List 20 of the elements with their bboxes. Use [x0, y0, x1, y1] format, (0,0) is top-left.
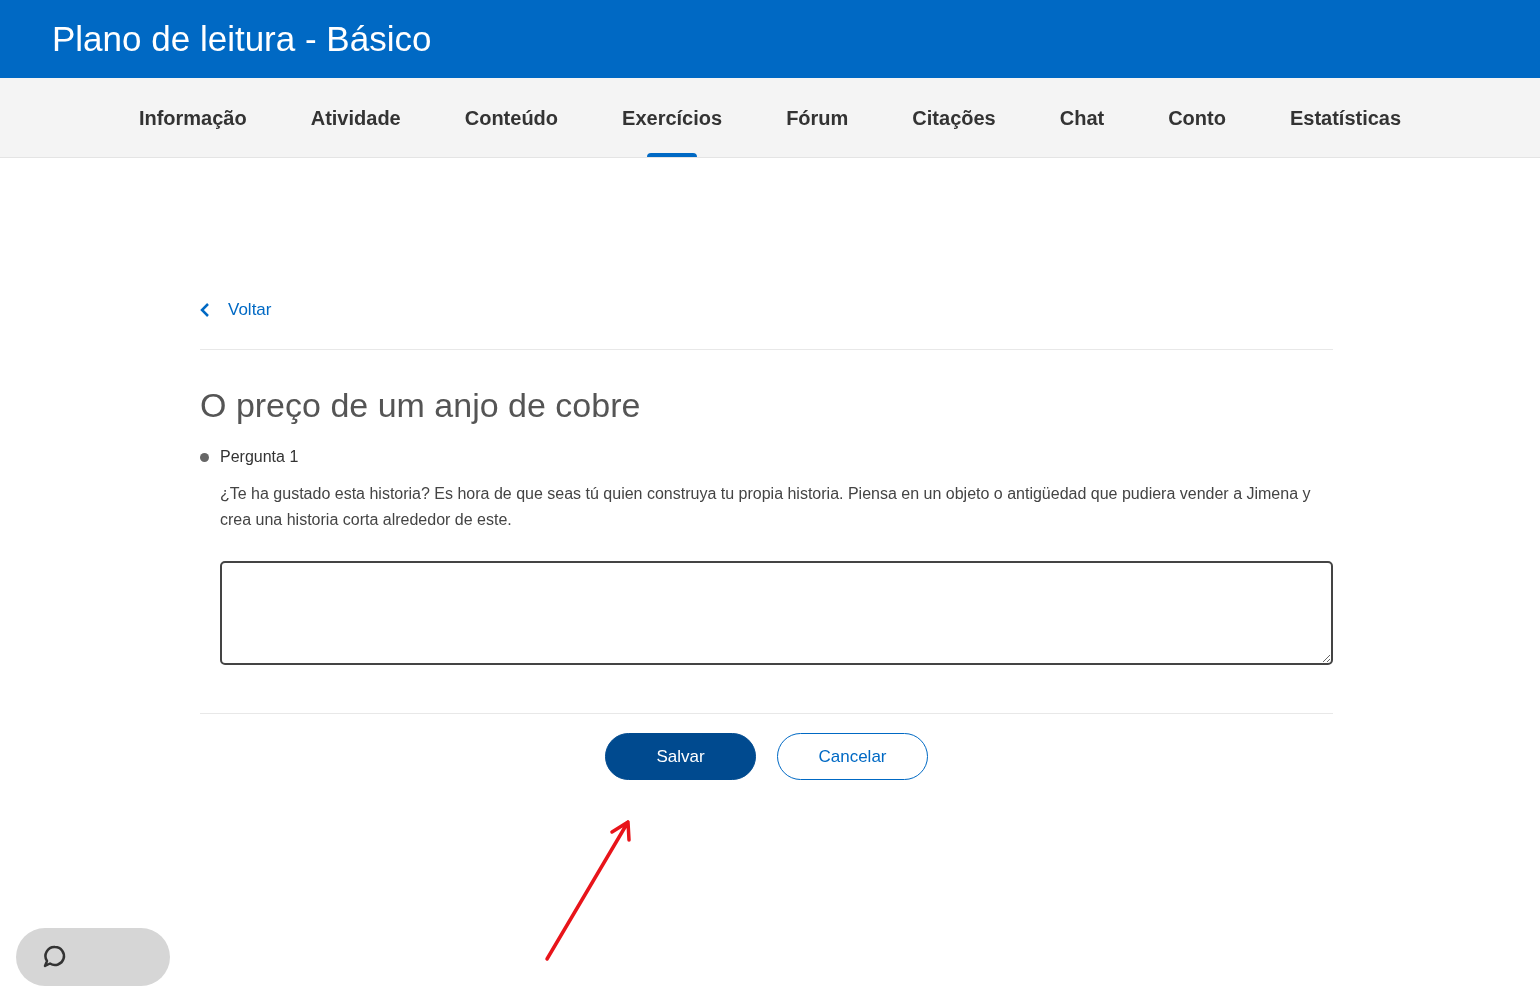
nav-tab[interactable]: Atividade	[280, 78, 431, 157]
exercise-title: O preço de um anjo de cobre	[200, 385, 642, 426]
nav-tab[interactable]: Conteúdo	[434, 78, 589, 157]
nav-tab[interactable]: Estatísticas	[1259, 78, 1432, 157]
nav-tab[interactable]: Exercícios	[592, 78, 753, 157]
page-title: Plano de leitura - Básico	[52, 17, 432, 60]
nav-tab[interactable]: Conto	[1138, 78, 1256, 157]
question-label: Pergunta 1	[220, 447, 299, 467]
nav-tab[interactable]: Citações	[882, 78, 1026, 157]
cancel-button[interactable]: Cancelar	[777, 733, 928, 780]
nav-tab[interactable]: Chat	[1029, 78, 1135, 157]
question-text: ¿Te ha gustado esta historia? Es hora de que seas tú quien construya tu propia historia. Piensa en un objeto o antigüedad que pudiera vender a Jimena y crea una historia corta alrededor de este.	[220, 484, 1312, 530]
back-link[interactable]: Voltar	[200, 297, 272, 323]
bullet-icon	[200, 452, 209, 462]
chevron-left-icon	[200, 302, 210, 318]
save-button[interactable]: Salvar	[605, 733, 756, 780]
nav-tab[interactable]: Informação	[108, 78, 277, 157]
answer-field[interactable]	[220, 561, 1333, 665]
nav-tab[interactable]: Fórum	[756, 78, 879, 157]
speech-bubble-icon	[42, 944, 68, 970]
